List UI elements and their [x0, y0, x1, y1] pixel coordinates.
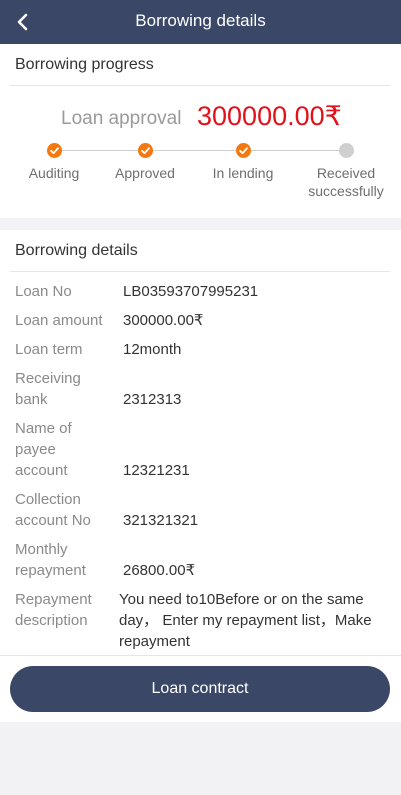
collection-account-label: Collection account No: [15, 491, 91, 529]
monthly-repayment-label: Monthly repayment: [15, 541, 86, 579]
loan-term-label: Loan term: [15, 341, 83, 358]
divider: [10, 271, 390, 272]
loan-amount-label: Loan amount: [15, 312, 103, 329]
payee-account-name-value: 12321231: [123, 462, 190, 479]
step-label-received: Received successfully: [308, 165, 384, 199]
progress-section-title: Borrowing progress: [15, 56, 154, 73]
progress-track: [54, 150, 346, 151]
loan-approval-amount: 300000.00₹: [197, 101, 342, 131]
loan-no-value: LB03593707995231: [123, 283, 259, 300]
step-auditing-check-icon: [47, 143, 62, 158]
payee-account-name-label: Name of payee account: [15, 420, 72, 479]
progress-card: Borrowing progress Loan approval 300000.…: [0, 44, 401, 218]
repayment-description-value: You need to10Before or on the same day， …: [119, 591, 372, 650]
step-label-approved: Approved: [115, 165, 175, 181]
collection-account-value: 321321321: [123, 512, 199, 529]
receiving-bank-label: Receiving bank: [15, 370, 81, 408]
monthly-repayment-value: 26800.00₹: [123, 562, 196, 579]
details-card: Borrowing details Loan No LB035937079952…: [0, 230, 401, 722]
receiving-bank-value: 2312313: [123, 391, 182, 408]
divider: [0, 655, 401, 656]
step-approved-check-icon: [138, 143, 153, 158]
loan-no-label: Loan No: [15, 283, 72, 300]
loan-amount-value: 300000.00₹: [123, 312, 204, 329]
step-in-lending-check-icon: [236, 143, 251, 158]
step-label-in-lending: In lending: [212, 165, 274, 181]
divider: [10, 85, 390, 86]
step-received-pending-icon: [339, 143, 354, 158]
page-title: Borrowing details: [135, 11, 266, 30]
repayment-description-label: Repayment description: [15, 591, 92, 629]
loan-approval-label: Loan approval: [61, 108, 182, 129]
app-header: Borrowing details: [0, 0, 401, 44]
loan-contract-button[interactable]: Loan contract: [10, 666, 390, 712]
details-section-title: Borrowing details: [15, 242, 138, 259]
loan-term-value: 12month: [123, 341, 182, 358]
